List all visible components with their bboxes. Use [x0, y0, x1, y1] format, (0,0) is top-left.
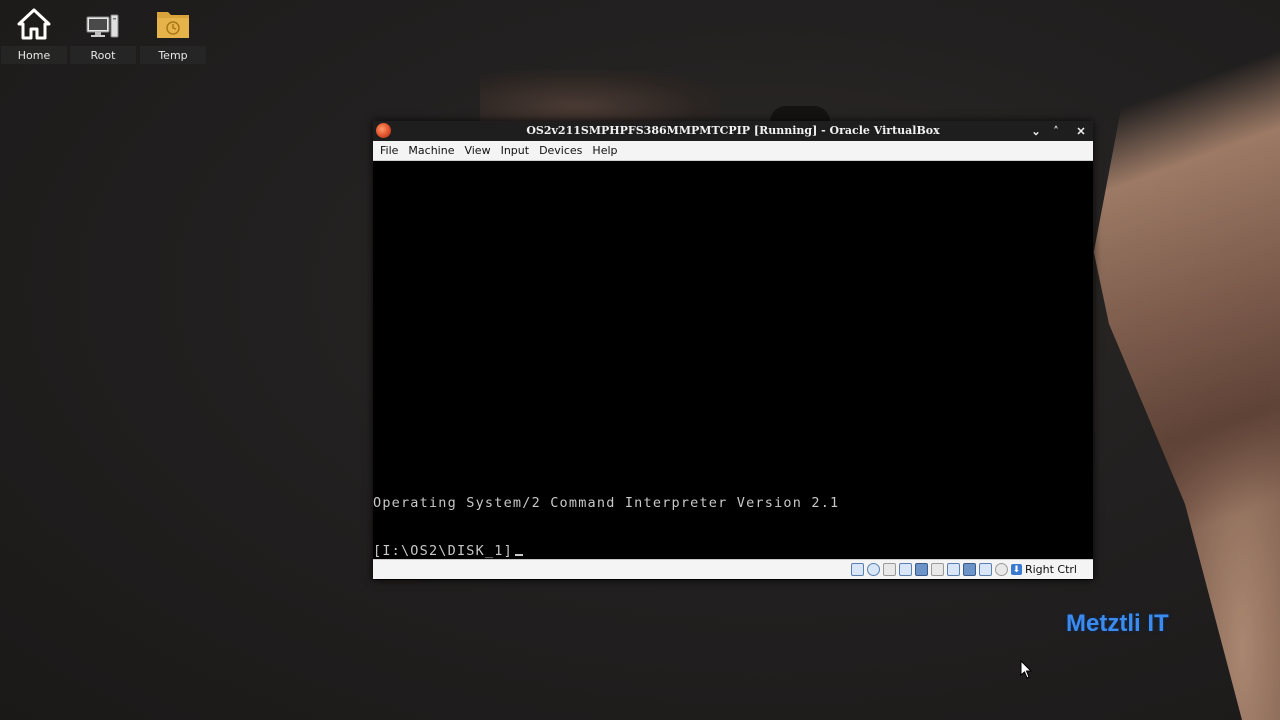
menu-machine[interactable]: Machine: [403, 141, 459, 160]
window-title: OS2v211SMPHPFS386MMPMTCPIP [Running] - O…: [526, 124, 940, 137]
desktop-icon-home[interactable]: Home: [1, 4, 67, 64]
close-button[interactable]: ✕: [1072, 122, 1090, 140]
console-prompt: [I:\OS2\DISK_1]: [373, 543, 513, 559]
host-key-arrow-icon: ⬇: [1010, 564, 1022, 575]
computer-icon: [85, 8, 121, 40]
window-titlebar[interactable]: OS2v211SMPHPFS386MMPMTCPIP [Running] - O…: [373, 121, 1093, 141]
desktop-icon-root[interactable]: Root: [70, 4, 136, 64]
folder-clock-icon: [155, 8, 191, 40]
network-icon[interactable]: [898, 563, 912, 576]
desktop-icon-label: Temp: [140, 46, 206, 64]
minimize-button[interactable]: ⌄: [1027, 122, 1045, 140]
host-key-label[interactable]: Right Ctrl: [1025, 563, 1077, 576]
mouse-integration-icon[interactable]: [994, 563, 1008, 576]
audio-icon[interactable]: [882, 563, 896, 576]
virtualbox-window[interactable]: OS2v211SMPHPFS386MMPMTCPIP [Running] - O…: [373, 121, 1093, 580]
maximize-button[interactable]: ˄: [1047, 122, 1065, 140]
console-banner: Operating System/2 Command Interpreter V…: [373, 495, 840, 511]
menu-input[interactable]: Input: [496, 141, 534, 160]
shared-folders-icon[interactable]: [930, 563, 944, 576]
mouse-pointer-icon: [1020, 659, 1033, 684]
optical-disk-icon[interactable]: [866, 563, 880, 576]
usb-icon[interactable]: [914, 563, 928, 576]
menu-file[interactable]: File: [373, 141, 403, 160]
console-prompt-line: [I:\OS2\DISK_1]: [373, 543, 523, 559]
hard-disk-icon[interactable]: [850, 563, 864, 576]
menu-help[interactable]: Help: [587, 141, 622, 160]
video-capture-icon[interactable]: [962, 563, 976, 576]
text-cursor: [514, 554, 523, 556]
display-icon[interactable]: [946, 563, 960, 576]
desktop-icon-temp[interactable]: Temp: [140, 4, 206, 64]
status-bar: ⬇ Right Ctrl: [373, 559, 1093, 579]
menu-bar: File Machine View Input Devices Help: [373, 141, 1093, 161]
menu-view[interactable]: View: [459, 141, 495, 160]
cpu-icon[interactable]: [978, 563, 992, 576]
desktop-icon-label: Home: [1, 46, 67, 64]
desktop-icon-label: Root: [70, 46, 136, 64]
home-icon: [16, 8, 52, 40]
menu-devices[interactable]: Devices: [534, 141, 587, 160]
watermark-logo: Metztli IT: [1066, 610, 1169, 637]
vm-console-screen[interactable]: Operating System/2 Command Interpreter V…: [373, 161, 1093, 559]
